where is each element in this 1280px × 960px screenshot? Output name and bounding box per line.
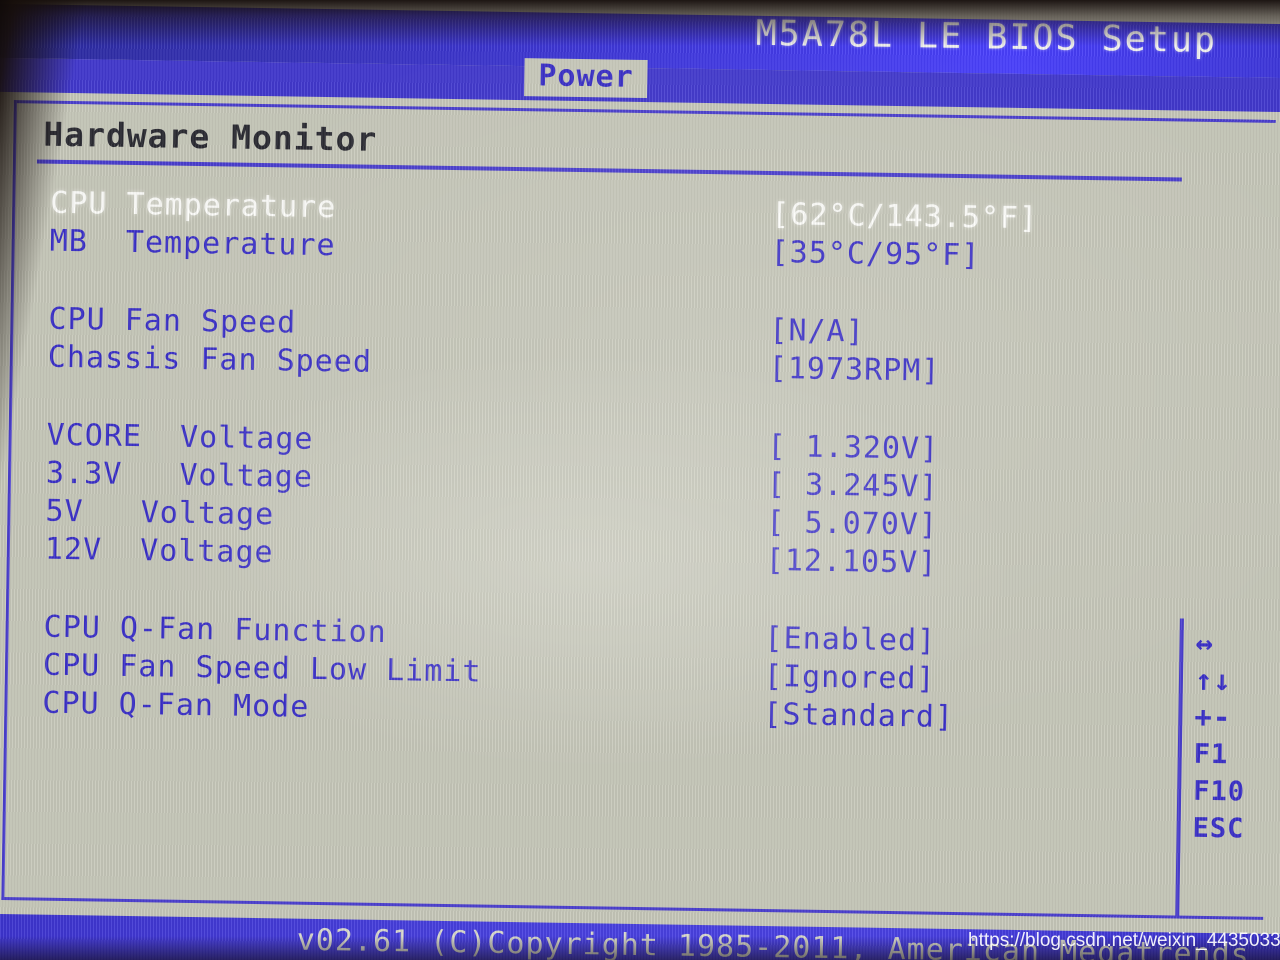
setting-value[interactable]: [12.105V] — [766, 543, 938, 581]
setting-value[interactable]: [Enabled] — [764, 621, 936, 659]
esc-key[interactable]: ESC — [1192, 810, 1273, 848]
bios-screen-photo: M5A78L LE BIOS Setup Power Hardware Moni… — [0, 0, 1280, 960]
key-legend: ↔ ↑↓ +- F1 F10 ESC — [1192, 625, 1275, 848]
setting-value[interactable]: [62°C/143.5°F] — [771, 197, 1038, 236]
hardware-monitor-panel: Hardware Monitor CPU Temperature [62°C/14… — [28, 114, 1197, 741]
page-title: M5A78L LE BIOS Setup — [755, 13, 1218, 61]
setting-value[interactable]: [35°C/95°F] — [770, 235, 980, 273]
setting-value[interactable]: [ 5.070V] — [766, 505, 938, 543]
setting-value[interactable]: [1973RPM] — [769, 351, 941, 389]
setting-value[interactable]: [Standard] — [763, 697, 954, 735]
setting-value[interactable]: [N/A] — [769, 313, 865, 349]
tab-power[interactable]: Power — [524, 58, 648, 99]
plus-minus-icon[interactable]: +- — [1194, 699, 1275, 737]
setting-value[interactable]: [ 3.245V] — [767, 467, 939, 505]
f1-key[interactable]: F1 — [1194, 736, 1275, 774]
watermark: https://blog.csdn.net/weixin_44350337 — [968, 930, 1280, 951]
bios-screen: M5A78L LE BIOS Setup Power Hardware Moni… — [0, 0, 1280, 960]
setting-value[interactable]: [Ignored] — [764, 659, 936, 697]
left-right-arrow-icon[interactable]: ↔ — [1195, 625, 1276, 663]
setting-value[interactable]: [ 1.320V] — [767, 429, 939, 467]
settings-list: CPU Temperature [62°C/143.5°F] MB Temperat… — [28, 185, 1196, 741]
f10-key[interactable]: F10 — [1193, 773, 1274, 811]
up-down-arrow-icon[interactable]: ↑↓ — [1195, 662, 1276, 700]
